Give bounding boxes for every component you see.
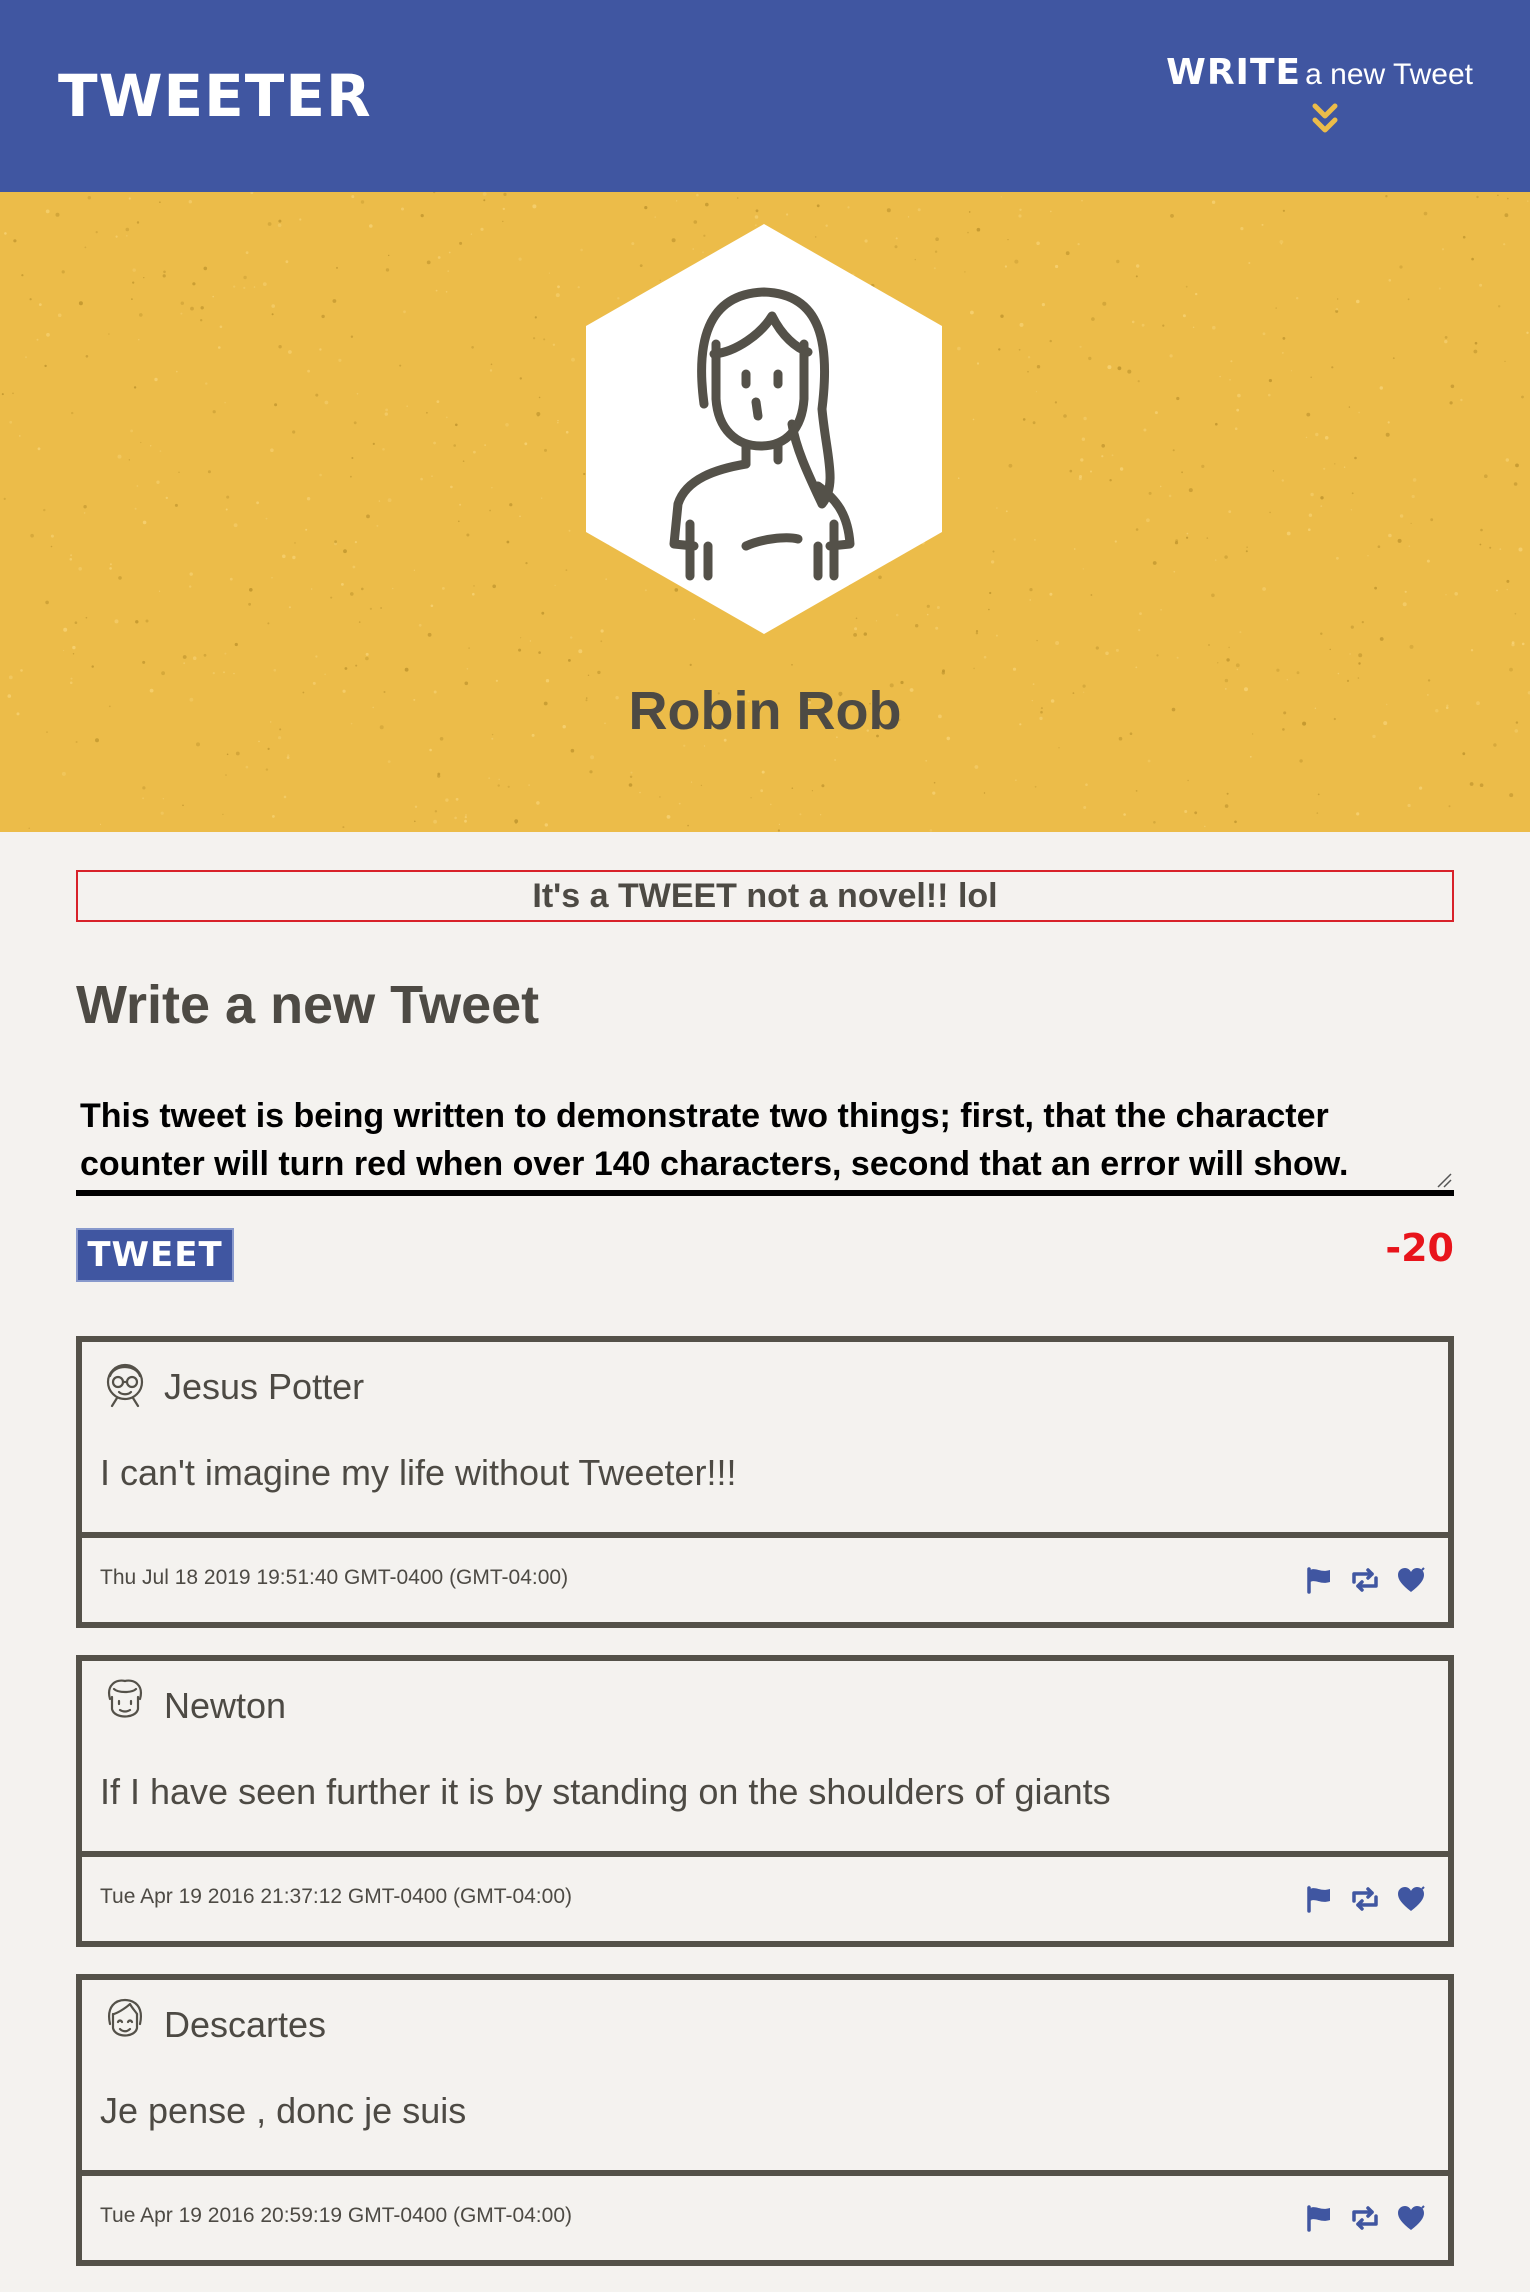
character-counter: -20 (1385, 1226, 1454, 1270)
flag-icon[interactable] (1304, 2204, 1334, 2232)
tweet-header: Newton If I have seen further it is by st… (82, 1661, 1448, 1857)
double-chevron-down-icon[interactable] (1312, 102, 1338, 136)
curly-hair-face-icon (108, 1679, 142, 1718)
tweet-author: Descartes (164, 2004, 327, 2045)
profile-avatar (586, 224, 942, 634)
tweet-footer: Tue Apr 19 2016 20:59:19 GMT-0400 (GMT-0… (82, 2176, 1448, 2260)
heart-icon[interactable] (1396, 2204, 1426, 2232)
tweet-date: Thu Jul 18 2019 19:51:40 GMT-0400 (GMT-0… (100, 1566, 569, 1589)
tweet-content: Je pense , donc je suis (100, 2090, 467, 2131)
profile-header: Robin Rob (0, 192, 1530, 832)
top-nav: TWEETER WRITE a new Tweet (0, 0, 1530, 192)
write-label: WRITE (1166, 52, 1302, 93)
compose-title: Write a new Tweet (76, 975, 540, 1035)
tweet-card: Newton If I have seen further it is by st… (76, 1655, 1454, 1947)
tweet-footer: Thu Jul 18 2019 19:51:40 GMT-0400 (GMT-0… (82, 1538, 1448, 1622)
profile-name: Robin Rob (628, 681, 902, 741)
glasses-face-icon (106, 1363, 144, 1408)
tweet-card: Jesus Potter I can't imagine my life with… (76, 1336, 1454, 1628)
error-message: It's a TWEET not a novel!! lol (76, 870, 1454, 922)
retweet-icon[interactable] (1350, 1566, 1380, 1594)
smiling-face-icon (108, 1998, 142, 2037)
tweet-textarea[interactable]: This tweet is being written to demonstra… (76, 1088, 1454, 1196)
heart-icon[interactable] (1396, 1566, 1426, 1594)
flag-icon[interactable] (1304, 1885, 1334, 1913)
flag-icon[interactable] (1304, 1566, 1334, 1594)
tweet-submit-button[interactable]: TWEET (76, 1228, 234, 1282)
tweet-actions (1304, 1885, 1426, 1913)
heart-icon[interactable] (1396, 1885, 1426, 1913)
tweet-content: I can't imagine my life without Tweeter!… (100, 1452, 737, 1493)
retweet-icon[interactable] (1350, 2204, 1380, 2232)
retweet-icon[interactable] (1350, 1885, 1380, 1913)
tweet-card: Descartes Je pense , donc je suis Tue Apr … (76, 1974, 1454, 2266)
tweet-actions (1304, 2204, 1426, 2232)
tweet-actions (1304, 1566, 1426, 1594)
write-new-tweet-link[interactable]: WRITE a new Tweet (1166, 52, 1473, 93)
tweet-header: Jesus Potter I can't imagine my life with… (82, 1342, 1448, 1538)
tweet-footer: Tue Apr 19 2016 21:37:12 GMT-0400 (GMT-0… (82, 1857, 1448, 1941)
write-label-rest: a new Tweet (1305, 58, 1473, 91)
tweet-author: Jesus Potter (164, 1366, 365, 1407)
tweet-content: If I have seen further it is by standing… (100, 1771, 1111, 1812)
tweet-date: Tue Apr 19 2016 21:37:12 GMT-0400 (GMT-0… (100, 1885, 572, 1908)
tweet-header: Descartes Je pense , donc je suis (82, 1980, 1448, 2176)
tweet-date: Tue Apr 19 2016 20:59:19 GMT-0400 (GMT-0… (100, 2204, 572, 2227)
brand-logo[interactable]: TWEETER (58, 64, 372, 128)
resize-handle-icon[interactable] (1436, 1172, 1452, 1188)
tweet-author: Newton (164, 1685, 287, 1726)
